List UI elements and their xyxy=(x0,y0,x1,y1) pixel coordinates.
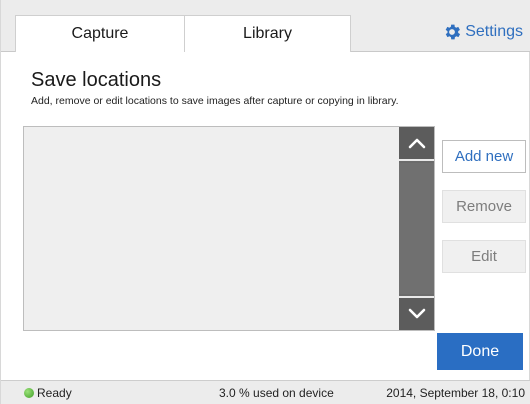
tab-library[interactable]: Library xyxy=(184,15,351,52)
status-ready: Ready xyxy=(24,386,72,400)
page-description: Add, remove or edit locations to save im… xyxy=(31,95,399,107)
tab-library-label: Library xyxy=(243,25,292,42)
tab-bar: Capture Library Settings xyxy=(1,0,530,52)
status-bar: Ready 3.0 % used on device 2014, Septemb… xyxy=(1,380,530,404)
add-new-button[interactable]: Add new xyxy=(442,140,526,173)
remove-button[interactable]: Remove xyxy=(442,190,526,223)
edit-label: Edit xyxy=(471,248,497,265)
tab-capture[interactable]: Capture xyxy=(15,15,185,52)
scrollbar[interactable] xyxy=(399,127,434,330)
done-button[interactable]: Done xyxy=(437,333,523,370)
settings-button[interactable]: Settings xyxy=(442,18,523,46)
scroll-track[interactable] xyxy=(399,163,434,294)
done-label: Done xyxy=(460,342,500,360)
settings-label: Settings xyxy=(465,23,523,40)
scroll-up-button[interactable] xyxy=(399,127,434,161)
status-ready-label: Ready xyxy=(37,386,72,400)
edit-button[interactable]: Edit xyxy=(442,240,526,273)
add-new-label: Add new xyxy=(454,148,514,165)
save-locations-list[interactable] xyxy=(23,126,435,331)
chevron-up-icon xyxy=(408,138,425,149)
gear-icon xyxy=(442,22,462,42)
chevron-down-icon xyxy=(408,308,425,319)
status-datetime: 2014, September 18, 0:10 xyxy=(386,386,525,400)
remove-label: Remove xyxy=(456,198,512,215)
page-title: Save locations xyxy=(31,69,162,91)
storage-usage: 3.0 % used on device xyxy=(219,386,334,400)
app-window: Capture Library Settings Save locations … xyxy=(0,0,530,404)
scroll-down-button[interactable] xyxy=(399,296,434,330)
tab-capture-label: Capture xyxy=(71,25,129,42)
status-dot-icon xyxy=(24,388,34,398)
